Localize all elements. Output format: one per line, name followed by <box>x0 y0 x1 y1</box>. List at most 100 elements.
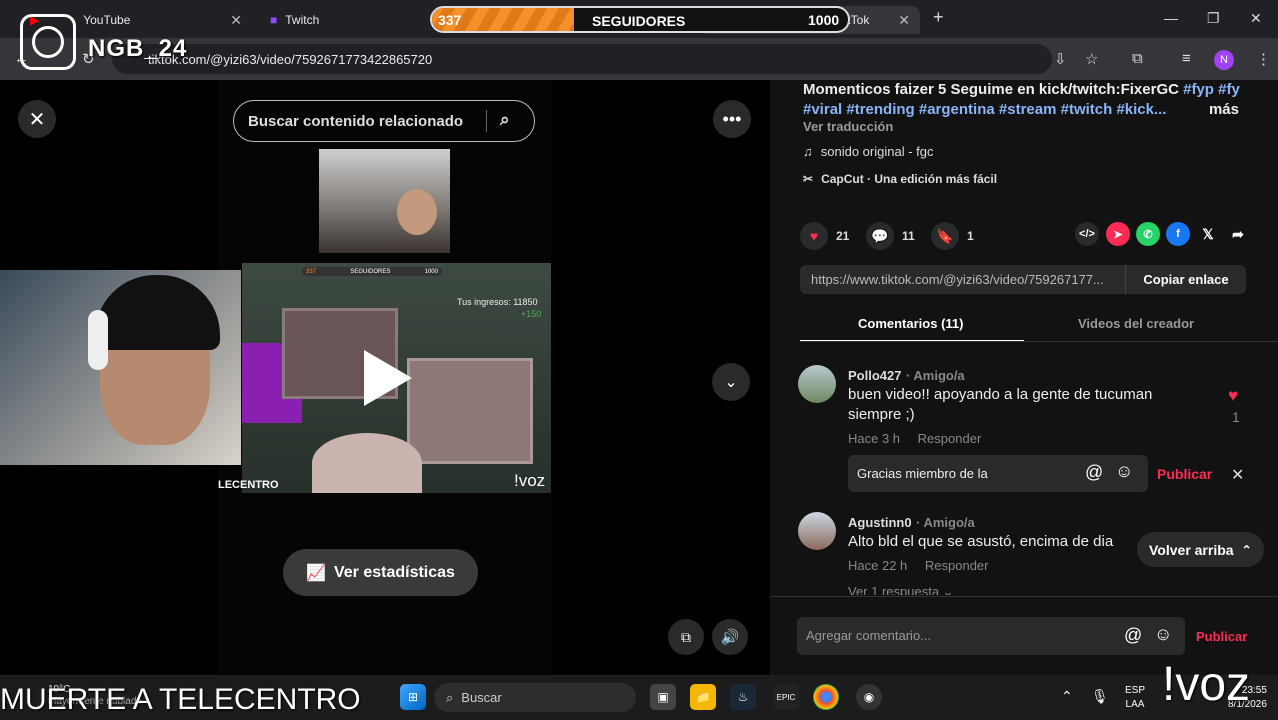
send-icon[interactable]: ➤ <box>1106 222 1130 246</box>
tray-chevron-icon[interactable]: ⌃ <box>1061 688 1073 705</box>
play-icon[interactable] <box>364 350 412 406</box>
search-placeholder: Buscar contenido relacionado <box>248 112 464 130</box>
close-window-icon[interactable]: ✕ <box>1250 10 1262 27</box>
copy-link-button[interactable]: Copiar enlace <box>1125 265 1246 294</box>
hashtags[interactable]: #viral #trending #argentina #stream #twi… <box>803 101 1166 118</box>
back-to-top-button[interactable]: Volver arriba ⌃ <box>1137 532 1264 567</box>
more-options-button[interactable]: ••• <box>713 100 751 138</box>
friend-tag: · Amigo/a <box>905 368 965 383</box>
avatar[interactable] <box>798 365 836 403</box>
follower-goal: 1000 <box>808 12 840 28</box>
comment-text-line: buen video!! apoyando a la gente de tucu… <box>848 386 1153 403</box>
headphones-image <box>88 310 108 370</box>
tab-twitch[interactable]: ■ Twitch <box>260 6 430 34</box>
volume-icon: 🔊 <box>720 629 740 646</box>
tab-creator-videos[interactable]: Videos del creador <box>1078 316 1194 331</box>
comment-time: Hace 22 h <box>848 558 908 573</box>
streamer-webcam-overlay <box>0 270 241 465</box>
taskbar-search-label: Buscar <box>461 690 502 705</box>
url-field[interactable]: tiktok.com/@yizi63/video/759267177342286… <box>112 44 1052 74</box>
profile-avatar[interactable]: N <box>1214 50 1234 70</box>
share-arrow-icon[interactable]: ➦ <box>1226 222 1250 246</box>
mini-follower-bar: 337 SEGUIDORES 1000 <box>302 267 442 276</box>
comment-meta: Hace 22 h Responder <box>848 558 989 573</box>
view-replies-button[interactable]: Ver 1 respuesta ⌄ <box>848 584 954 595</box>
pip-icon: ⧉ <box>681 628 691 645</box>
reply-publish-button[interactable]: Publicar <box>1157 466 1212 482</box>
close-tab-icon[interactable]: ✕ <box>230 12 242 29</box>
close-video-button[interactable]: ✕ <box>18 100 56 138</box>
menu-dots-icon[interactable]: ⋮ <box>1256 50 1271 68</box>
chrome-icon[interactable] <box>813 684 839 710</box>
new-tab-icon[interactable]: + <box>933 7 944 28</box>
microphone-icon[interactable]: 🎙 <box>1091 688 1109 705</box>
extensions-icon[interactable]: ⧉ <box>1132 50 1143 67</box>
translate-link[interactable]: Ver traducción <box>803 119 893 134</box>
close-icon: ✕ <box>28 108 46 131</box>
more-link[interactable]: más <box>1209 100 1239 120</box>
emoji-icon[interactable]: ☺ <box>1154 624 1172 645</box>
mini-bar-mid: SEGUIDORES <box>350 268 391 275</box>
hashtags[interactable]: #fyp #fy <box>1183 81 1240 98</box>
steam-icon[interactable]: ♨ <box>730 684 756 710</box>
search-icon[interactable]: ⌕ <box>500 110 510 130</box>
facebook-icon[interactable]: f <box>1166 222 1190 246</box>
taskbar-search[interactable]: ⌕ Buscar <box>434 683 636 712</box>
comment-input[interactable]: Agregar comentario... @ ☺ <box>797 617 1185 655</box>
mention-icon[interactable]: @ <box>1124 625 1142 646</box>
language-indicator[interactable]: ESP LAA <box>1125 684 1145 712</box>
reply-button[interactable]: Responder <box>925 558 989 573</box>
like-button[interactable]: ♥ 21 <box>800 222 849 250</box>
x-icon[interactable]: 𝕏 <box>1196 222 1220 246</box>
epic-games-icon[interactable]: EPIC <box>773 684 799 710</box>
share-link-text[interactable]: https://www.tiktok.com/@yizi63/video/759… <box>811 272 1104 287</box>
reply-input[interactable]: Gracias miembro de la @ ☺ <box>848 455 1148 492</box>
minimize-icon[interactable]: — <box>1164 10 1178 26</box>
file-explorer-icon[interactable]: 📁 <box>690 684 716 710</box>
related-search-input[interactable]: Buscar contenido relacionado ⌕ <box>233 100 535 142</box>
in-video-banner: LECENTRO <box>218 479 279 491</box>
description-text: Momenticos faizer 5 Seguime en kick/twit… <box>803 81 1179 98</box>
voice-command-tag: !voz <box>1162 658 1251 711</box>
windows-start-icon[interactable]: ⊞ <box>400 684 426 710</box>
comment-publish-button[interactable]: Publicar <box>1196 629 1247 644</box>
view-stats-button[interactable]: 📈 Ver estadísticas <box>283 549 478 596</box>
comment-count: 11 <box>902 229 915 243</box>
close-reply-icon[interactable]: ✕ <box>1231 465 1244 485</box>
comment-button[interactable]: 💬 11 <box>866 222 915 250</box>
close-tab-icon[interactable]: ✕ <box>898 12 910 29</box>
comment-header: Pollo427 · Amigo/a <box>848 367 965 385</box>
bookmark-star-icon[interactable]: ☆ <box>1085 50 1098 68</box>
whatsapp-icon[interactable]: ✆ <box>1136 222 1160 246</box>
install-icon[interactable]: ⇩ <box>1054 50 1067 68</box>
comment-text-line: siempre ;) <box>848 406 915 423</box>
lang-code: ESP <box>1125 685 1146 696</box>
computer-monitor-image <box>407 358 533 464</box>
comment-text: Alto bld el que se asustó, encima de dia <box>848 533 1114 550</box>
details-panel <box>770 80 1278 675</box>
income-label: Tus ingresos: 11850 <box>457 297 538 307</box>
obs-icon[interactable]: ◉ <box>856 684 882 710</box>
comment-like-icon[interactable]: ♥ <box>1228 386 1238 406</box>
avatar[interactable] <box>798 512 836 550</box>
media-icon[interactable]: ≡ <box>1182 50 1191 67</box>
instagram-logo-icon <box>20 14 76 70</box>
next-video-button[interactable]: ⌄ <box>712 363 750 401</box>
mini-bar-right: 1000 <box>424 268 438 275</box>
save-button[interactable]: 🔖 1 <box>931 222 974 250</box>
mention-icon[interactable]: @ <box>1085 462 1103 483</box>
sound-link[interactable]: ♫ sonido original - fgc <box>803 144 933 159</box>
tab-comments[interactable]: Comentarios (11) <box>858 316 963 331</box>
capcut-link[interactable]: ✂ CapCut · Una edición más fácil <box>803 172 997 186</box>
pip-button[interactable]: ⧉ <box>668 619 704 655</box>
emoji-icon[interactable]: ☺ <box>1115 461 1133 482</box>
tab-title: YouTube <box>83 13 131 27</box>
comment-user[interactable]: Pollo427 <box>848 368 901 383</box>
embed-icon[interactable]: </> <box>1075 222 1099 246</box>
comment-user[interactable]: Agustinn0 <box>848 515 912 530</box>
maximize-icon[interactable]: ❐ <box>1207 10 1220 27</box>
volume-button[interactable]: 🔊 <box>712 619 748 655</box>
reply-button[interactable]: Responder <box>918 431 982 446</box>
capcut-label: CapCut · Una edición más fácil <box>821 172 998 186</box>
task-view-icon[interactable]: ▣ <box>650 684 676 710</box>
